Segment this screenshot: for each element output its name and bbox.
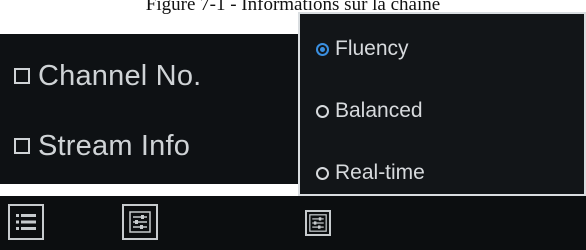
- channel-no-checkbox[interactable]: [14, 68, 30, 84]
- sliders-icon: [309, 214, 327, 232]
- overlay-options-panel: Channel No. Stream Info: [0, 34, 318, 184]
- stream-info-option[interactable]: Stream Info: [14, 126, 190, 166]
- channel-no-label: Channel No.: [38, 59, 202, 92]
- balanced-radio[interactable]: [316, 104, 329, 118]
- stream-info-checkbox[interactable]: [14, 138, 30, 154]
- list-button[interactable]: [8, 204, 44, 240]
- balanced-label: Balanced: [335, 99, 423, 122]
- list-icon: [15, 212, 37, 232]
- fluency-label: Fluency: [335, 37, 409, 60]
- stream-info-label: Stream Info: [38, 129, 191, 162]
- real-time-label: Real-time: [335, 161, 425, 184]
- settings-adjust-button[interactable]: [122, 204, 158, 240]
- bottom-toolbar: [0, 196, 586, 250]
- balanced-option[interactable]: Balanced: [316, 96, 423, 126]
- real-time-option[interactable]: Real-time: [316, 158, 425, 188]
- stream-mode-menu: Fluency Balanced Real-time: [298, 12, 586, 196]
- fluency-option[interactable]: Fluency: [316, 34, 409, 64]
- sliders-icon: [129, 211, 151, 233]
- real-time-radio[interactable]: [316, 166, 329, 180]
- fluency-radio[interactable]: [316, 42, 329, 56]
- stream-mode-button[interactable]: [305, 210, 331, 236]
- channel-no-option[interactable]: Channel No.: [14, 56, 201, 96]
